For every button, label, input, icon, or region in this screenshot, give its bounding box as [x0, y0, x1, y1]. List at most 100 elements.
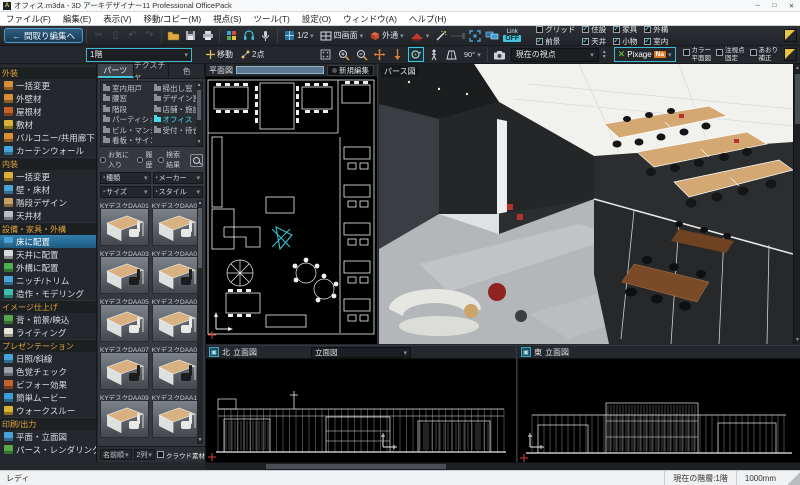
menu-item-0[interactable]: ファイル(F): [0, 13, 57, 25]
microphone-icon[interactable]: [258, 28, 273, 43]
view-check-0[interactable]: カラー平面図: [683, 47, 712, 62]
sidebar-item-ウォークスルー[interactable]: ウォークスルー: [0, 404, 96, 417]
sidebar-item-色覚チェック[interactable]: 色覚チェック: [0, 365, 96, 378]
sidebar-item-壁・床材[interactable]: 壁・床材: [0, 183, 96, 196]
catalog-item-KYデスクDAA02[interactable]: KYデスクDAA02: [152, 200, 201, 246]
orbit-icon[interactable]: [408, 47, 424, 62]
select-サイズ[interactable]: サイズ: [100, 186, 151, 198]
category-オフィス[interactable]: オフィス: [154, 115, 203, 126]
menu-item-8[interactable]: ヘルプ(H): [403, 13, 452, 25]
sidebar-item-一括変更[interactable]: 一括変更: [0, 170, 96, 183]
category-受付・待合[interactable]: 受付・待合: [154, 125, 203, 136]
sidebar-item-日照/斜線[interactable]: 日照/斜線: [0, 352, 96, 365]
zoom-out-icon[interactable]: [354, 47, 370, 62]
undo-icon[interactable]: ↶: [125, 28, 140, 43]
view-check-2[interactable]: あおり補正: [750, 47, 779, 62]
menu-item-5[interactable]: ツール(T): [248, 13, 296, 25]
new-edit-button[interactable]: 新規編集: [327, 65, 374, 76]
catalog-item-KYデスクDAA09[interactable]: KYデスクDAA09: [100, 392, 149, 438]
exterior-dropdown[interactable]: 外通: [366, 28, 407, 43]
print-icon[interactable]: [200, 28, 215, 43]
close-button[interactable]: ✕: [783, 0, 800, 11]
catalog-item-KYデスクDAA06[interactable]: KYデスクDAA06: [152, 296, 201, 342]
copy-icon[interactable]: ▯: [108, 28, 123, 43]
walk-icon[interactable]: [426, 47, 442, 62]
catalog-tab-色[interactable]: 色: [169, 64, 205, 78]
category-パーティション[interactable]: パーティション: [103, 115, 152, 126]
select-メーカー[interactable]: メーカー: [153, 172, 204, 184]
filter-radio-検索結果[interactable]: 検索結果: [158, 150, 187, 170]
pan-icon[interactable]: [372, 47, 388, 62]
horizontal-scrollbar[interactable]: [206, 462, 800, 470]
category-腰窓[interactable]: 腰窓: [103, 94, 152, 105]
menu-item-3[interactable]: 移動/コピー(M): [138, 13, 208, 25]
menu-item-7[interactable]: ウィンドウ(A): [337, 13, 403, 25]
select-スタイル[interactable]: スタイル: [153, 186, 204, 198]
display-check-1[interactable]: 住設: [582, 24, 606, 35]
category-掃出し窓[interactable]: 掃出し窓: [154, 83, 203, 94]
elevation-east-viewport[interactable]: ▣ 東 立面図: [518, 345, 800, 462]
display-check-2[interactable]: 家具: [613, 24, 637, 35]
catalog-item-KYデスクDAA08[interactable]: KYデスクDAA08: [152, 344, 201, 390]
catalog-tab-テクスチャ[interactable]: テクスチャ: [134, 64, 170, 78]
elevation-east-drawing[interactable]: [518, 359, 800, 462]
catalog-tab-パーツ[interactable]: パーツ: [98, 64, 134, 78]
sidebar-item-カーテンウォール[interactable]: カーテンウォール: [0, 144, 96, 157]
sidebar-item-簡単ムービー[interactable]: 簡単ムービー: [0, 391, 96, 404]
select-種類[interactable]: 種類: [100, 172, 151, 184]
sidebar-item-背・前景/映込[interactable]: 背・前景/映込: [0, 313, 96, 326]
zoom-in-icon[interactable]: [336, 47, 352, 62]
menu-item-4[interactable]: 視点(S): [207, 13, 247, 25]
category-室内用戸[interactable]: 室内用戸: [103, 83, 152, 94]
plan-drawing[interactable]: [206, 77, 378, 344]
minimize-button[interactable]: ─: [749, 0, 766, 11]
columns-select[interactable]: 2列: [134, 449, 155, 460]
sidebar-item-屋根材[interactable]: 屋根材: [0, 105, 96, 118]
elevation-type-select[interactable]: 立面図: [311, 347, 411, 358]
sidebar-item-天井に配置[interactable]: 天井に配置: [0, 248, 96, 261]
elevation-north-viewport[interactable]: ▣ 北 立面図 立面図: [206, 345, 517, 462]
back-to-floorplan-button[interactable]: ← 間取り編集へ: [4, 28, 83, 43]
apps-icon[interactable]: [224, 28, 239, 43]
viewpoint-spinner[interactable]: ▲▼: [602, 50, 607, 60]
resize-grip[interactable]: [788, 471, 800, 485]
sidebar-item-一括変更[interactable]: 一括変更: [0, 79, 96, 92]
link-toggle[interactable]: Link OFF: [503, 29, 521, 42]
roof-dropdown[interactable]: [407, 28, 433, 43]
category-階段[interactable]: 階段: [103, 104, 152, 115]
cut-icon[interactable]: ✂: [91, 28, 106, 43]
open-folder-icon[interactable]: [166, 28, 181, 43]
catalog-scrollbar[interactable]: ▲▼: [197, 200, 203, 444]
angle-dropdown[interactable]: 90°: [461, 47, 484, 62]
sidebar-item-平面・立面図[interactable]: 平面・立面図: [0, 430, 96, 443]
sort-select[interactable]: 名前順: [100, 449, 132, 460]
redo-icon[interactable]: ↷: [142, 28, 157, 43]
cloud-material-checkbox[interactable]: クラウド素材: [157, 450, 205, 460]
display-check-0[interactable]: グリッド: [536, 24, 575, 35]
catalog-item-KYデスクDAA07[interactable]: KYデスクDAA07: [100, 344, 149, 390]
category-店舗・施設[interactable]: 店舗・施設: [154, 104, 203, 115]
sidebar-item-造作・モデリング[interactable]: 造作・モデリング: [0, 287, 96, 300]
filter-radio-履歴[interactable]: 履歴: [137, 150, 155, 170]
sidebar-item-ビフォー効果[interactable]: ビフォー効果: [0, 378, 96, 391]
pixage-button[interactable]: ✕ Pixage Na: [614, 47, 676, 62]
catalog-item-KYデスクDAA10[interactable]: KYデスクDAA10: [152, 392, 201, 438]
sidebar-item-天井材[interactable]: 天井材: [0, 209, 96, 222]
filter-radio-お気に入り[interactable]: お気に入り: [100, 150, 134, 170]
viewpoint-select[interactable]: 現在の視点: [511, 48, 599, 62]
catalog-item-KYデスクDAA01[interactable]: KYデスクDAA01: [100, 200, 149, 246]
quad-view-dropdown[interactable]: 四画面: [317, 28, 367, 43]
display-check-3[interactable]: 外構: [644, 24, 668, 35]
category-scrollbar[interactable]: ▲▼: [196, 82, 202, 146]
perspective-viewport[interactable]: パース図: [379, 64, 800, 344]
catalog-item-KYデスクDAA03[interactable]: KYデスクDAA03: [100, 248, 149, 294]
sidebar-item-敷材[interactable]: 敷材: [0, 118, 96, 131]
perspective-vertical-scrollbar[interactable]: ▲▼: [793, 64, 800, 344]
sidebar-item-階段デザイン[interactable]: 階段デザイン: [0, 196, 96, 209]
sidebar-item-バルコニー/共用廊下[interactable]: バルコニー/共用廊下: [0, 131, 96, 144]
sidebar-item-パース・レンダリング[interactable]: パース・レンダリング: [0, 443, 96, 456]
headset-icon[interactable]: [241, 28, 256, 43]
tilt-icon[interactable]: [444, 47, 460, 62]
category-看板・サイン[interactable]: 看板・サイン: [103, 136, 152, 147]
sidebar-item-外壁材[interactable]: 外壁材: [0, 92, 96, 105]
